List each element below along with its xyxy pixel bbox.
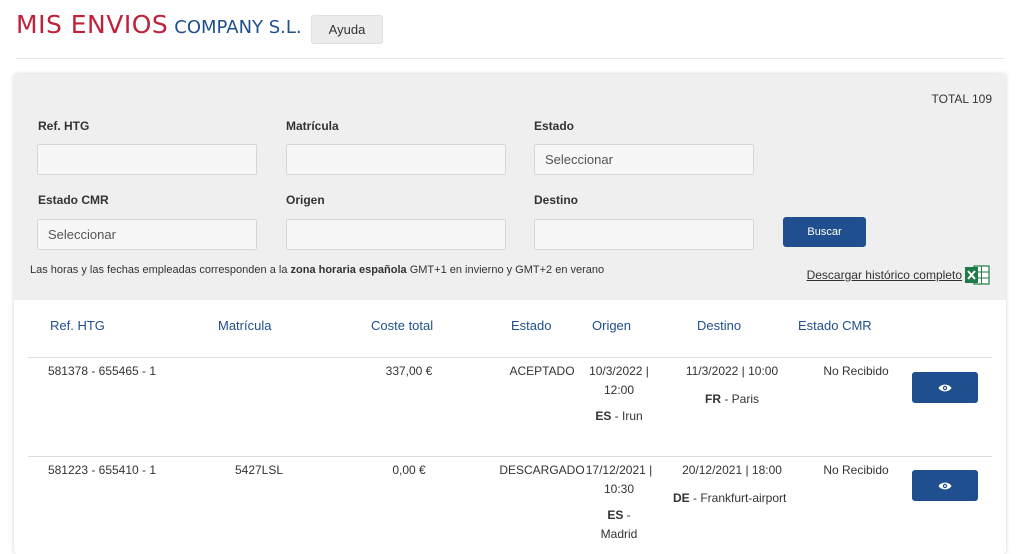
- destino-datetime: 20/12/2021 | 18:00: [682, 463, 782, 477]
- table-divider: [28, 456, 992, 457]
- origen-date: 17/12/2021 |: [585, 463, 653, 477]
- eye-icon: [938, 384, 952, 391]
- estado-select[interactable]: Seleccionar: [534, 144, 754, 175]
- brand-name: MIS ENVIOS: [16, 10, 169, 39]
- download-history-link[interactable]: Descargar histórico completo: [807, 268, 962, 282]
- estado-label: Estado: [534, 119, 575, 133]
- origen-city: -: [623, 508, 631, 522]
- cell-ref: 581378 - 655465 - 1: [47, 364, 157, 378]
- column-header-coste: Coste total: [371, 318, 434, 333]
- column-header-estado: Estado: [511, 318, 552, 333]
- help-button[interactable]: Ayuda: [311, 15, 383, 44]
- origen-time: 10:30: [603, 482, 635, 496]
- timezone-note-prefix: Las horas y las fechas empleadas corresp…: [30, 264, 291, 276]
- brand-company: COMPANY S.L.: [174, 17, 302, 38]
- column-header-ref: Ref. HTG: [50, 318, 105, 333]
- cell-matricula: 5427LSL: [234, 463, 284, 477]
- destino-city: - Frankfurt-airport: [689, 491, 787, 505]
- view-button[interactable]: [912, 470, 978, 501]
- origen-input[interactable]: [286, 219, 506, 250]
- origen-city: - Irun: [611, 409, 643, 423]
- destino-country: FR: [704, 392, 721, 406]
- cell-estado-cmr: No Recibido: [823, 463, 889, 477]
- timezone-note: Las horas y las fechas empleadas corresp…: [30, 264, 604, 276]
- origen-city-wrap: Madrid: [600, 527, 638, 541]
- app-header: MIS ENVIOS COMPANY S.L.: [16, 10, 302, 46]
- ref-input[interactable]: [37, 144, 257, 175]
- origen-label: Origen: [286, 193, 325, 207]
- cell-estado: DESCARGADO: [499, 463, 585, 477]
- timezone-note-suffix: GMT+1 en invierno y GMT+2 en verano: [406, 264, 605, 276]
- destino-city: - Paris: [720, 392, 759, 406]
- cell-coste: 0,00 €: [392, 463, 426, 477]
- origen-time: 12:00: [603, 383, 635, 397]
- origen-country: ES: [607, 508, 624, 522]
- origen-date: 10/3/2022 |: [589, 364, 649, 378]
- origen-place: ES -: [580, 506, 658, 525]
- column-header-destino: Destino: [697, 318, 742, 333]
- column-header-origen: Origen: [592, 318, 632, 333]
- column-header-matricula: Matrícula: [218, 318, 272, 333]
- matricula-input[interactable]: [286, 144, 506, 175]
- column-header-estado-cmr: Estado CMR: [798, 318, 872, 333]
- ref-label: Ref. HTG: [38, 119, 90, 133]
- table-divider: [28, 357, 992, 358]
- estado-cmr-select[interactable]: Seleccionar: [37, 219, 257, 250]
- cell-origen: 10/3/2022 | 12:00 ES - Irun: [580, 362, 658, 426]
- destino-input[interactable]: [534, 219, 754, 250]
- destino-country: DE: [673, 491, 690, 505]
- eye-icon: [938, 482, 952, 489]
- cell-estado: ACEPTADO: [509, 364, 575, 378]
- destino-datetime: 11/3/2022 | 10:00: [685, 364, 779, 378]
- matricula-label: Matrícula: [286, 119, 339, 133]
- timezone-note-bold: zona horaria española: [290, 264, 407, 276]
- search-button[interactable]: Buscar: [783, 217, 866, 247]
- filters-panel: TOTAL 109 Ref. HTG Matrícula Estado Sele…: [14, 74, 1006, 300]
- excel-icon[interactable]: [964, 264, 990, 286]
- origen-place: ES - Irun: [580, 407, 658, 426]
- header-divider: [16, 58, 1004, 59]
- cell-ref: 581223 - 655410 - 1: [47, 463, 157, 477]
- view-button[interactable]: [912, 372, 978, 403]
- total-count: TOTAL 109: [931, 92, 992, 106]
- origen-country: ES: [595, 409, 612, 423]
- destino-place: FR - Paris: [679, 390, 785, 409]
- destino-label: Destino: [534, 193, 579, 207]
- cell-estado-cmr: No Recibido: [823, 364, 889, 378]
- shipments-card: TOTAL 109 Ref. HTG Matrícula Estado Sele…: [14, 74, 1006, 554]
- cell-destino: 11/3/2022 | 10:00 FR - Paris: [679, 362, 785, 409]
- cell-destino: 20/12/2021 | 18:00 DE - Frankfurt-airpor…: [673, 461, 786, 508]
- estado-cmr-label: Estado CMR: [38, 193, 109, 207]
- cell-coste: 337,00 €: [385, 364, 433, 378]
- cell-origen: 17/12/2021 | 10:30 ES - Madrid: [580, 461, 658, 544]
- destino-place: DE - Frankfurt-airport: [673, 489, 787, 508]
